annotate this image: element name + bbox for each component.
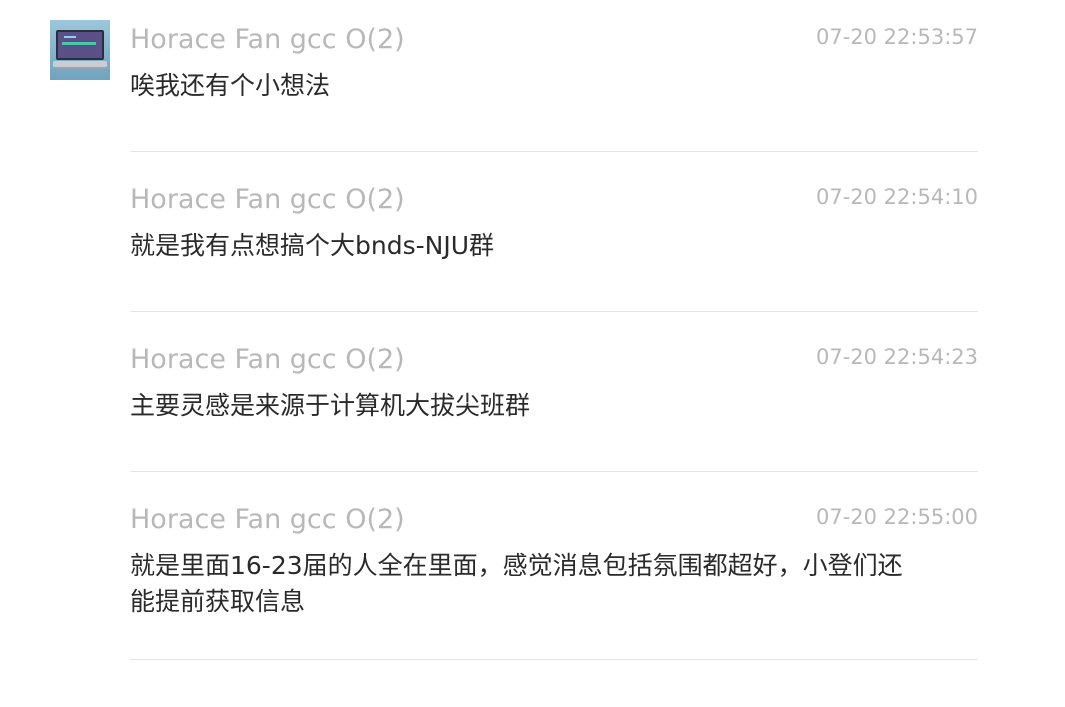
message-text: 唉我还有个小想法 <box>130 71 331 100</box>
message-item[interactable]: Horace Fan gcc O(2) 07-20 22:54:23 主要灵感是… <box>130 340 978 430</box>
message-text: 就是我有点想搞个大bnds-NJU群 <box>130 231 495 260</box>
sender-name: Horace Fan gcc O(2) <box>130 24 405 55</box>
message-item[interactable]: Horace Fan gcc O(2) 07-20 22:53:57 唉我还有个… <box>130 20 978 110</box>
message-item[interactable]: Horace Fan gcc O(2) 07-20 22:55:00 就是里面1… <box>130 500 978 630</box>
message-divider <box>130 471 978 472</box>
message-divider <box>130 151 978 152</box>
message-item[interactable]: Horace Fan gcc O(2) 07-20 22:54:10 就是我有点… <box>130 180 978 270</box>
message-text: 就是里面16-23届的人全在里面，感觉消息包括氛围都超好，小登们还能提前获取信息 <box>130 551 903 616</box>
message-timestamp: 07-20 22:55:00 <box>815 505 978 529</box>
sender-name: Horace Fan gcc O(2) <box>130 504 405 535</box>
message-text: 主要灵感是来源于计算机大拔尖班群 <box>130 391 531 420</box>
sender-avatar[interactable] <box>50 20 110 80</box>
sender-name: Horace Fan gcc O(2) <box>130 184 405 215</box>
sender-name: Horace Fan gcc O(2) <box>130 344 405 375</box>
message-divider <box>130 311 978 312</box>
message-timestamp: 07-20 22:54:23 <box>815 345 978 369</box>
laptop-avatar-image <box>50 20 110 80</box>
message-timestamp: 07-20 22:54:10 <box>815 185 978 209</box>
message-timestamp: 07-20 22:53:57 <box>815 25 978 49</box>
message-divider <box>130 659 978 660</box>
